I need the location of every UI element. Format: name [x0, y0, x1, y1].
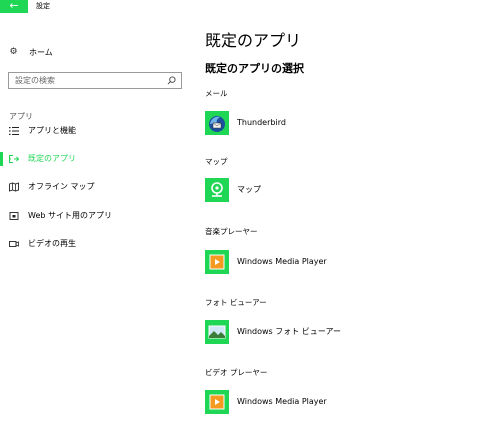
default-app-maps[interactable]: マップ: [205, 177, 485, 203]
media-player-icon: [205, 250, 229, 274]
sidebar-item-website-apps[interactable]: Web サイト用のアプリ: [0, 208, 195, 224]
photo-viewer-icon: [205, 320, 229, 344]
default-apps-icon: [9, 155, 19, 163]
thunderbird-icon: [205, 111, 229, 135]
default-app-music[interactable]: Windows Media Player: [205, 249, 485, 275]
media-player-icon: [205, 390, 229, 414]
offline-map-icon: [9, 182, 19, 192]
section-header: アプリ: [9, 112, 33, 121]
app-name: Windows Media Player: [237, 397, 327, 406]
home-label: ホーム: [29, 48, 53, 57]
app-name: マップ: [237, 185, 261, 194]
website-apps-icon: [9, 212, 19, 220]
sidebar-item-offline-maps[interactable]: オフライン マップ: [0, 179, 195, 195]
search-icon: [167, 76, 176, 85]
default-app-email[interactable]: Thunderbird: [205, 110, 485, 136]
active-indicator: [0, 152, 3, 166]
page-title: 既定のアプリ: [205, 31, 302, 50]
category-label: マップ: [205, 157, 228, 166]
gear-icon: ⚙: [9, 47, 18, 57]
sidebar-item-label: ビデオの再生: [28, 239, 76, 248]
sidebar-item-label: アプリと機能: [28, 126, 76, 135]
apps-list-icon: [9, 127, 19, 135]
sidebar-item-label: 既定のアプリ: [28, 154, 76, 163]
sidebar: ⚙ ホーム 設定の検索 アプリ アプリと機能 既定のアプリ オフライン マップ …: [0, 13, 195, 430]
search-placeholder: 設定の検索: [15, 76, 55, 85]
back-button[interactable]: ←: [0, 0, 28, 13]
sidebar-item-label: Web サイト用のアプリ: [28, 211, 112, 220]
category-label: フォト ビューアー: [205, 298, 267, 307]
category-label: ビデオ プレーヤー: [205, 368, 268, 377]
app-name: Windows フォト ビューアー: [237, 327, 341, 336]
default-app-photos[interactable]: Windows フォト ビューアー: [205, 319, 485, 345]
section-subtitle: 既定のアプリの選択: [205, 62, 304, 75]
sidebar-item-video-playback[interactable]: ビデオの再生: [0, 236, 195, 252]
back-arrow-icon: ←: [9, 0, 19, 12]
sidebar-item-apps-features[interactable]: アプリと機能: [0, 123, 195, 139]
category-label: メール: [205, 89, 228, 98]
app-name: Windows Media Player: [237, 257, 327, 266]
video-playback-icon: [9, 241, 19, 247]
search-input[interactable]: 設定の検索: [8, 72, 182, 89]
app-name: Thunderbird: [237, 118, 286, 127]
sidebar-item-default-apps[interactable]: 既定のアプリ: [0, 151, 195, 167]
maps-icon: [205, 178, 229, 202]
default-app-video[interactable]: Windows Media Player: [205, 389, 485, 415]
category-label: 音楽プレーヤー: [205, 227, 258, 236]
window-title: 設定: [36, 2, 50, 10]
home-link[interactable]: ⚙ ホーム: [9, 47, 53, 58]
title-bar: ← 設定: [0, 0, 500, 13]
sidebar-item-label: オフライン マップ: [28, 182, 95, 191]
